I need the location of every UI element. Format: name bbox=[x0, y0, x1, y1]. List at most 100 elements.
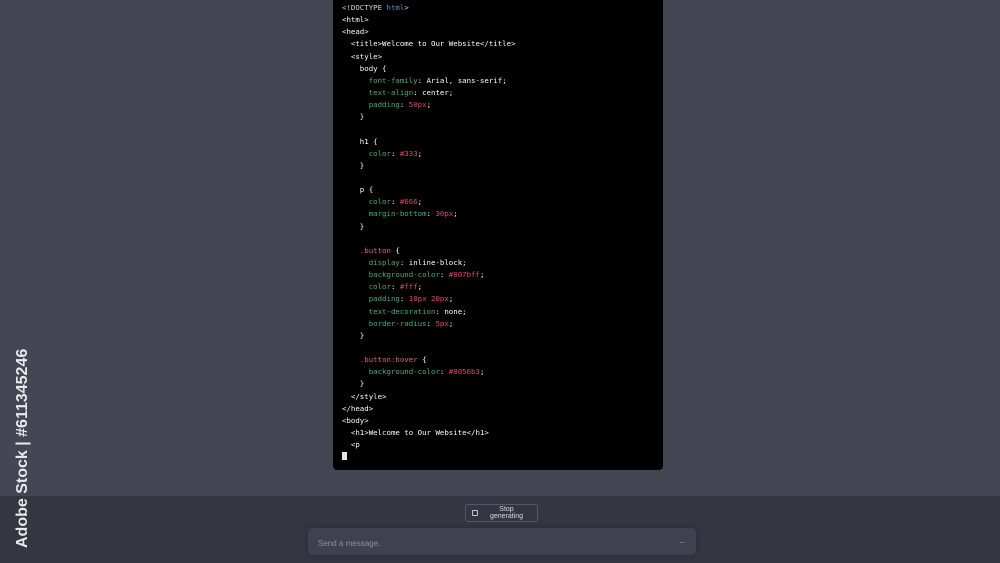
code-token: #fff bbox=[399, 282, 418, 292]
code-token: ; bbox=[479, 367, 485, 377]
code-line: } bbox=[342, 111, 663, 123]
code-token: <style> bbox=[342, 51, 383, 61]
code-token: ; bbox=[417, 197, 423, 207]
code-token: color bbox=[342, 282, 391, 292]
cursor-line bbox=[342, 451, 663, 463]
code-line: .button:hover { bbox=[342, 354, 663, 366]
code-token: #007bff bbox=[448, 270, 480, 280]
code-token: </style> bbox=[342, 391, 387, 401]
code-token: : bbox=[399, 294, 409, 304]
code-line: <body> bbox=[342, 415, 663, 427]
code-token: <p bbox=[342, 440, 360, 450]
code-token: } bbox=[342, 112, 365, 122]
code-token: } bbox=[342, 379, 365, 389]
code-token: <!DOCTYPE bbox=[342, 3, 387, 12]
message-input[interactable] bbox=[316, 534, 660, 552]
code-line: border-radius: 5px; bbox=[342, 318, 663, 330]
code-token: display bbox=[342, 257, 400, 267]
code-token: : bbox=[390, 197, 400, 207]
code-token: ; bbox=[448, 294, 454, 304]
stop-icon bbox=[472, 510, 478, 516]
code-token: #0056b3 bbox=[448, 367, 480, 377]
code-token: > bbox=[404, 3, 409, 12]
code-token: ; bbox=[417, 148, 423, 158]
code-token: <body> bbox=[342, 415, 369, 425]
code-token: 30px bbox=[435, 209, 454, 219]
code-line: <!DOCTYPE html> bbox=[342, 2, 663, 14]
code-token: : center; bbox=[413, 87, 454, 97]
code-token: } bbox=[342, 221, 365, 231]
code-token: <html> bbox=[342, 15, 369, 25]
code-token: <h1>Welcome to Our Website</h1> bbox=[342, 427, 489, 437]
code-token: <title>Welcome to Our Website</title> bbox=[342, 39, 516, 49]
code-token: body { bbox=[342, 63, 387, 73]
code-token: #666 bbox=[399, 197, 418, 207]
code-line: </style> bbox=[342, 391, 663, 403]
code-token: padding bbox=[342, 100, 400, 110]
code-token: : bbox=[399, 100, 409, 110]
code-token: : bbox=[390, 282, 400, 292]
message-input-container: ... bbox=[308, 528, 696, 555]
code-token: : bbox=[439, 367, 449, 377]
code-line: <title>Welcome to Our Website</title> bbox=[342, 38, 663, 50]
code-lines: <!DOCTYPE html> <html> <head> <title>Welco… bbox=[342, 2, 663, 451]
code-line: text-decoration: none; bbox=[342, 306, 663, 318]
code-token: 5px bbox=[435, 318, 449, 328]
code-token: : bbox=[439, 270, 449, 280]
ellipsis-icon[interactable]: ... bbox=[679, 536, 686, 545]
code-token: margin-bottom bbox=[342, 209, 427, 219]
code-token: html bbox=[386, 3, 405, 12]
stop-generating-button[interactable]: Stop generating bbox=[465, 504, 538, 522]
code-token: : bbox=[390, 148, 400, 158]
code-line: text-align: center; bbox=[342, 87, 663, 99]
code-line: .button { bbox=[342, 245, 663, 257]
code-line: } bbox=[342, 160, 663, 172]
code-token: .button:hover bbox=[342, 355, 418, 365]
code-token: text-align bbox=[342, 87, 414, 97]
code-token: : Arial, sans-serif; bbox=[417, 75, 507, 85]
code-line: margin-bottom: 30px; bbox=[342, 208, 663, 220]
code-token: padding bbox=[342, 294, 400, 304]
code-token: : none; bbox=[435, 306, 467, 316]
code-line: color: #666; bbox=[342, 196, 663, 208]
code-line: <style> bbox=[342, 51, 663, 63]
code-line: display: inline-block; bbox=[342, 257, 663, 269]
code-line: padding: 50px; bbox=[342, 99, 663, 111]
code-line: <html> bbox=[342, 14, 663, 26]
code-token: ; bbox=[417, 282, 423, 292]
code-token: } bbox=[342, 160, 365, 170]
code-token: : inline-block; bbox=[399, 257, 467, 267]
code-line: } bbox=[342, 378, 663, 390]
code-line: h1 { bbox=[342, 136, 663, 148]
chat-area: <!DOCTYPE html> <html> <head> <title>Welco… bbox=[0, 0, 1000, 496]
code-line: padding: 10px 20px; bbox=[342, 293, 663, 305]
code-token: } bbox=[342, 330, 365, 340]
code-line: background-color: #0056b3; bbox=[342, 366, 663, 378]
code-token: ; bbox=[479, 270, 485, 280]
text-cursor bbox=[342, 452, 347, 461]
code-line: body { bbox=[342, 63, 663, 75]
code-line: p { bbox=[342, 184, 663, 196]
code-line: <h1>Welcome to Our Website</h1> bbox=[342, 427, 663, 439]
code-token: background-color bbox=[342, 270, 440, 280]
code-token: p { bbox=[342, 185, 374, 195]
code-line: background-color: #007bff; bbox=[342, 269, 663, 281]
code-token: 10px 20px bbox=[408, 294, 449, 304]
code-line: } bbox=[342, 221, 663, 233]
code-token: 50px bbox=[408, 100, 427, 110]
code-token: ; bbox=[448, 318, 454, 328]
code-line: color: #fff; bbox=[342, 281, 663, 293]
code-token: background-color bbox=[342, 367, 440, 377]
code-token: color bbox=[342, 197, 391, 207]
stop-generating-label: Stop generating bbox=[489, 506, 524, 520]
code-token: font-family bbox=[342, 75, 418, 85]
code-token: </head> bbox=[342, 403, 374, 413]
code-token: .button bbox=[342, 245, 391, 255]
code-token: color bbox=[342, 148, 391, 158]
code-line: } bbox=[342, 330, 663, 342]
code-token: ; bbox=[453, 209, 458, 219]
